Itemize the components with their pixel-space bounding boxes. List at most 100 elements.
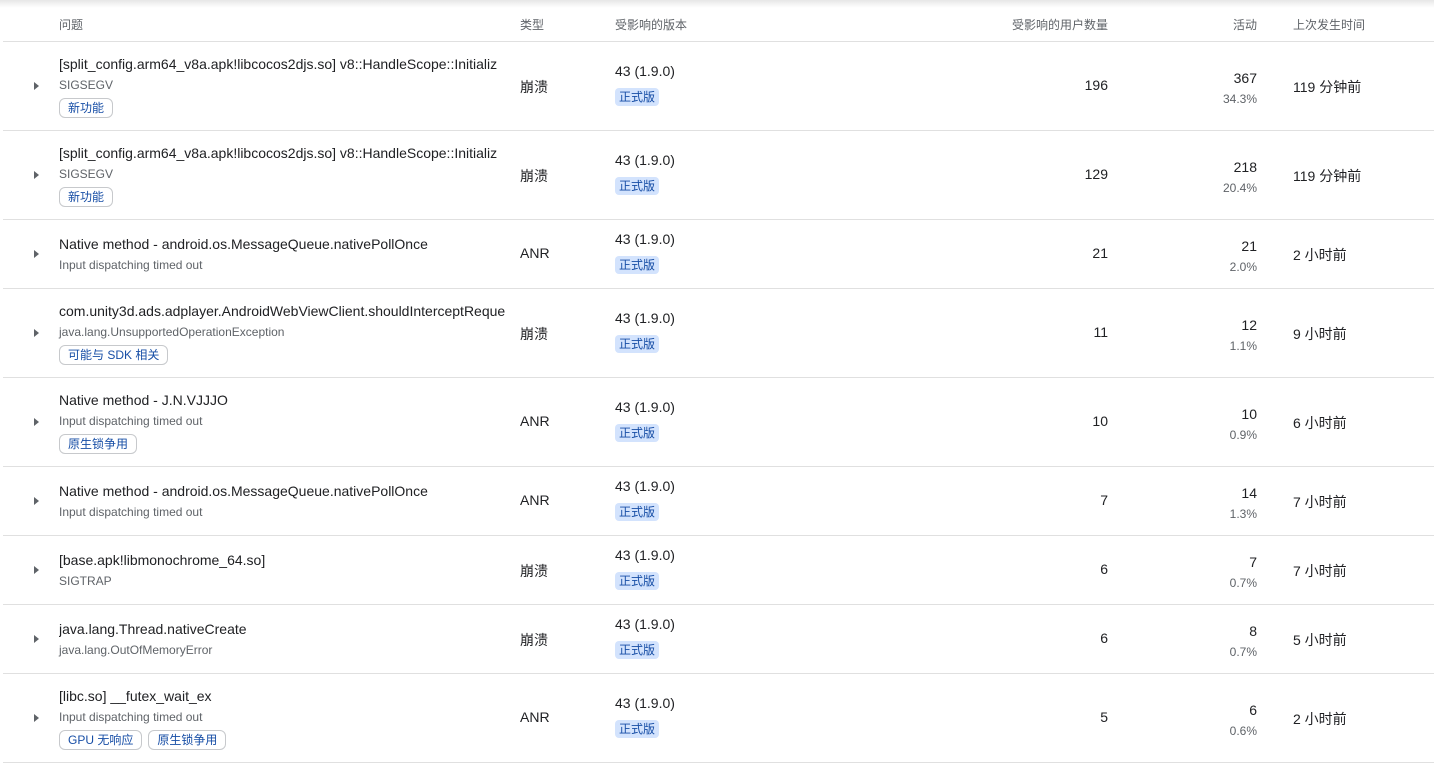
issue-type: ANR bbox=[520, 245, 550, 261]
table-row[interactable]: [split_config.arm64_v8a.apk!libcocos2djs… bbox=[3, 131, 1434, 220]
affected-users-count: 21 bbox=[1092, 245, 1108, 261]
version-label: 43 (1.9.0) bbox=[615, 63, 675, 79]
last-seen-time: 2 小时前 bbox=[1293, 711, 1347, 727]
issue-type: ANR bbox=[520, 413, 550, 429]
last-seen-time: 119 分钟前 bbox=[1293, 79, 1362, 95]
events-percentage: 2.0% bbox=[1229, 260, 1257, 274]
affected-users-count: 10 bbox=[1092, 413, 1108, 429]
triangle-right-icon bbox=[33, 714, 39, 722]
affected-versions-cell: 43 (1.9.0) 正式版 bbox=[615, 694, 675, 738]
events-percentage: 34.3% bbox=[1222, 92, 1257, 106]
issue-subtitle: java.lang.OutOfMemoryError bbox=[59, 643, 213, 657]
triangle-right-icon bbox=[33, 418, 39, 426]
table-row[interactable]: Native method - android.os.MessageQueue.… bbox=[3, 220, 1434, 289]
affected-versions-cell: 43 (1.9.0) 正式版 bbox=[615, 546, 675, 590]
header-versions[interactable]: 受影响的版本 bbox=[615, 16, 687, 33]
release-track-badge: 正式版 bbox=[615, 572, 660, 590]
issue-tag-chip[interactable]: 原生锁争用 bbox=[148, 730, 227, 750]
expand-row-icon[interactable] bbox=[30, 633, 42, 645]
issue-type: 崩溃 bbox=[520, 79, 548, 95]
affected-users-count: 6 bbox=[1100, 630, 1108, 646]
issue-cell: java.lang.Thread.nativeCreate java.lang.O… bbox=[59, 620, 514, 658]
last-seen-time: 9 小时前 bbox=[1293, 326, 1347, 342]
issue-title[interactable]: [base.apk!libmonochrome_64.so] bbox=[59, 551, 514, 569]
expand-row-icon[interactable] bbox=[30, 248, 42, 260]
issues-table: 问题 类型 受影响的版本 受影响的用户数量 活动 上次发生时间 [split_c… bbox=[3, 8, 1434, 763]
issue-subtitle: Input dispatching timed out bbox=[59, 505, 203, 519]
table-row[interactable]: Native method - J.N.VJJJO Input dispatchi… bbox=[3, 378, 1434, 467]
last-seen-time: 7 小时前 bbox=[1293, 494, 1347, 510]
events-count: 12 bbox=[1241, 317, 1257, 333]
issue-title[interactable]: Native method - android.os.MessageQueue.… bbox=[59, 235, 514, 253]
events-cell: 367 34.3% bbox=[1223, 69, 1257, 107]
release-track-badge: 正式版 bbox=[615, 256, 660, 274]
issue-tag-chip[interactable]: 新功能 bbox=[59, 187, 114, 207]
expand-row-icon[interactable] bbox=[30, 169, 42, 181]
triangle-right-icon bbox=[33, 329, 39, 337]
events-count: 7 bbox=[1249, 554, 1257, 570]
issue-title[interactable]: Native method - android.os.MessageQueue.… bbox=[59, 482, 514, 500]
events-cell: 7 0.7% bbox=[1230, 553, 1257, 591]
affected-users-count: 11 bbox=[1093, 324, 1108, 340]
issue-cell: Native method - J.N.VJJJO Input dispatchi… bbox=[59, 391, 514, 454]
issue-tags: 原生锁争用 bbox=[59, 434, 514, 454]
events-cell: 21 2.0% bbox=[1230, 237, 1257, 275]
issue-title[interactable]: [split_config.arm64_v8a.apk!libcocos2djs… bbox=[59, 55, 514, 73]
issue-cell: [base.apk!libmonochrome_64.so] SIGTRAP bbox=[59, 551, 514, 589]
issue-subtitle: Input dispatching timed out bbox=[59, 710, 203, 724]
header-events[interactable]: 活动 bbox=[1233, 16, 1257, 33]
table-row[interactable]: com.unity3d.ads.adplayer.AndroidWebViewC… bbox=[3, 289, 1434, 378]
expand-row-icon[interactable] bbox=[30, 80, 42, 92]
triangle-right-icon bbox=[33, 82, 39, 90]
issue-tag-chip[interactable]: 可能与 SDK 相关 bbox=[59, 345, 169, 365]
events-percentage: 0.7% bbox=[1229, 645, 1257, 659]
version-label: 43 (1.9.0) bbox=[615, 231, 675, 247]
issue-tag-chip[interactable]: 新功能 bbox=[59, 98, 114, 118]
issue-subtitle: Input dispatching timed out bbox=[59, 414, 203, 428]
header-type[interactable]: 类型 bbox=[520, 16, 544, 33]
issue-subtitle: java.lang.UnsupportedOperationException bbox=[59, 325, 285, 339]
triangle-right-icon bbox=[33, 250, 39, 258]
header-issue[interactable]: 问题 bbox=[59, 16, 83, 33]
events-count: 8 bbox=[1249, 623, 1257, 639]
issue-title[interactable]: Native method - J.N.VJJJO bbox=[59, 391, 514, 409]
issue-title[interactable]: java.lang.Thread.nativeCreate bbox=[59, 620, 514, 638]
issue-subtitle: SIGSEGV bbox=[59, 167, 114, 181]
affected-users-count: 129 bbox=[1084, 166, 1108, 182]
expand-row-icon[interactable] bbox=[30, 712, 42, 724]
table-row[interactable]: [split_config.arm64_v8a.apk!libcocos2djs… bbox=[3, 42, 1434, 131]
issue-title[interactable]: com.unity3d.ads.adplayer.AndroidWebViewC… bbox=[59, 302, 514, 320]
version-label: 43 (1.9.0) bbox=[615, 547, 675, 563]
events-cell: 8 0.7% bbox=[1230, 622, 1257, 660]
expand-row-icon[interactable] bbox=[30, 327, 42, 339]
version-label: 43 (1.9.0) bbox=[615, 152, 675, 168]
table-row[interactable]: Native method - android.os.MessageQueue.… bbox=[3, 467, 1434, 536]
last-seen-time: 5 小时前 bbox=[1293, 632, 1347, 648]
events-cell: 6 0.6% bbox=[1230, 701, 1257, 739]
expand-row-icon[interactable] bbox=[30, 416, 42, 428]
expand-row-icon[interactable] bbox=[30, 495, 42, 507]
expand-row-icon[interactable] bbox=[30, 564, 42, 576]
events-count: 367 bbox=[1233, 70, 1257, 86]
issue-tags: 新功能 bbox=[59, 187, 514, 207]
table-row[interactable]: java.lang.Thread.nativeCreate java.lang.O… bbox=[3, 605, 1434, 674]
header-users[interactable]: 受影响的用户数量 bbox=[1012, 16, 1108, 33]
triangle-right-icon bbox=[33, 566, 39, 574]
issue-tag-chip[interactable]: GPU 无响应 bbox=[59, 730, 143, 750]
events-percentage: 0.6% bbox=[1229, 724, 1257, 738]
affected-users-count: 5 bbox=[1100, 709, 1108, 725]
table-body: [split_config.arm64_v8a.apk!libcocos2djs… bbox=[3, 42, 1434, 763]
issue-cell: com.unity3d.ads.adplayer.AndroidWebViewC… bbox=[59, 302, 514, 365]
events-count: 21 bbox=[1241, 238, 1257, 254]
last-seen-time: 6 小时前 bbox=[1293, 415, 1347, 431]
header-last-seen[interactable]: 上次发生时间 bbox=[1293, 16, 1365, 33]
release-track-badge: 正式版 bbox=[615, 641, 660, 659]
events-percentage: 1.3% bbox=[1229, 507, 1257, 521]
issue-tag-chip[interactable]: 原生锁争用 bbox=[59, 434, 138, 454]
issue-title[interactable]: [split_config.arm64_v8a.apk!libcocos2djs… bbox=[59, 144, 514, 162]
issue-title[interactable]: [libc.so] __futex_wait_ex bbox=[59, 687, 514, 705]
table-row[interactable]: [base.apk!libmonochrome_64.so] SIGTRAP 崩溃 4… bbox=[3, 536, 1434, 605]
table-row[interactable]: [libc.so] __futex_wait_ex Input dispatchi… bbox=[3, 674, 1434, 763]
issue-cell: Native method - android.os.MessageQueue.… bbox=[59, 482, 514, 520]
issue-cell: [split_config.arm64_v8a.apk!libcocos2djs… bbox=[59, 55, 514, 118]
